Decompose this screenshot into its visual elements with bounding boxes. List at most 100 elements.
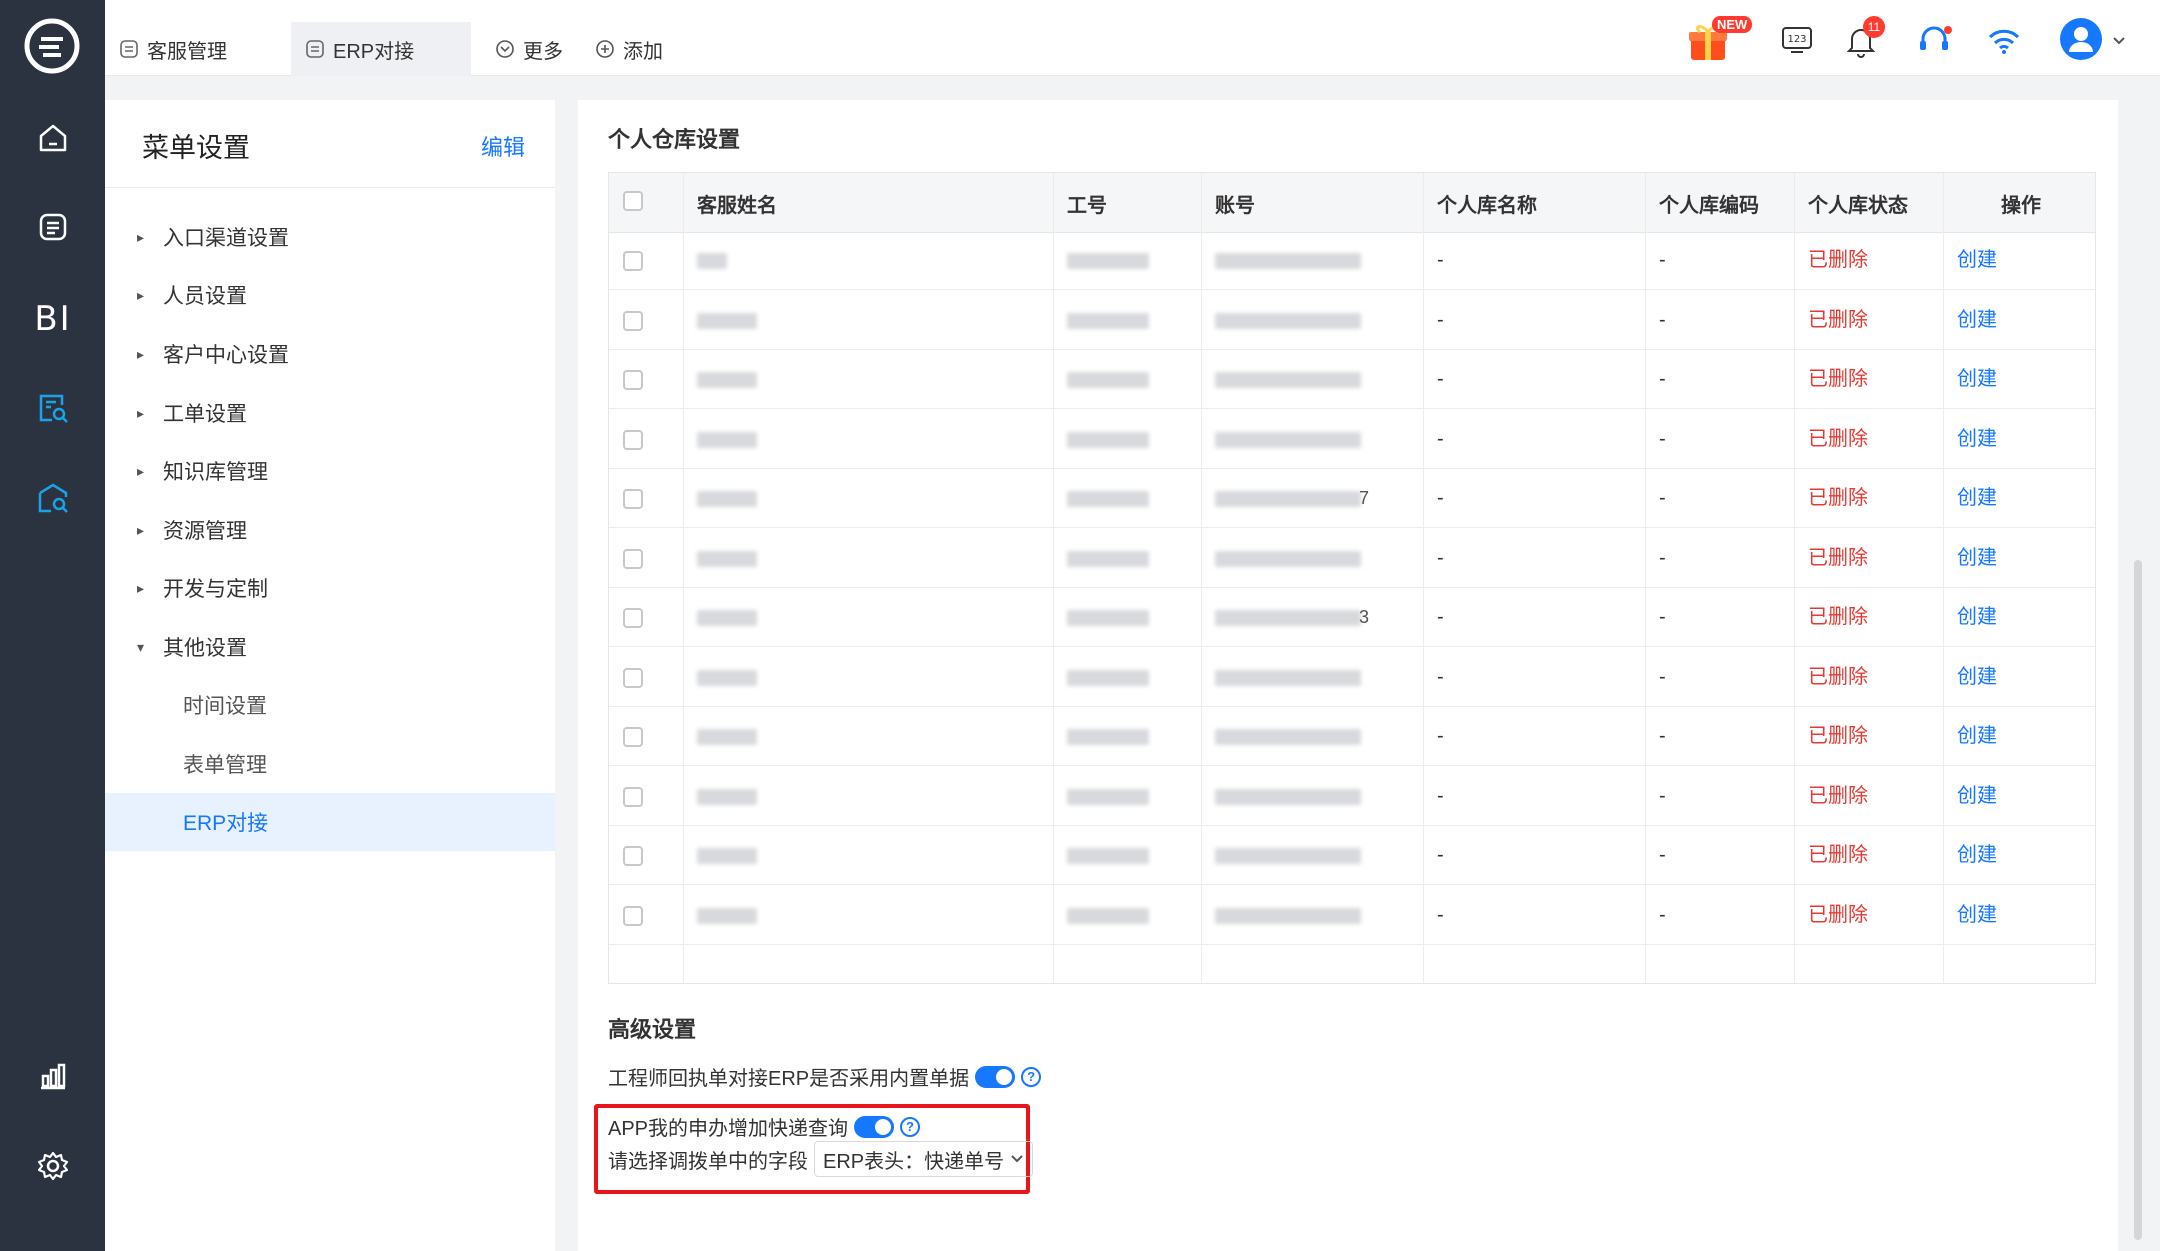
user-menu-button[interactable] [2058, 14, 2128, 64]
tab-label: 客服管理 [147, 40, 227, 63]
blurred-account [1215, 550, 1361, 567]
bell-count-badge: 11 [1863, 16, 1885, 38]
row-checkbox[interactable] [623, 548, 643, 569]
row-checkbox[interactable] [623, 429, 643, 450]
tab-customer-service[interactable]: 客服管理 [105, 22, 288, 76]
menu-subitem-erp[interactable]: ERP对接 [105, 793, 555, 851]
express-query-toggle[interactable] [854, 1115, 895, 1138]
doc-icon [306, 40, 324, 58]
gift-button[interactable]: NEW [1688, 14, 1758, 64]
status-deleted: 已删除 [1808, 487, 1868, 509]
row-checkbox[interactable] [623, 667, 643, 688]
menu-subitem-forms[interactable]: 表单管理 [105, 735, 555, 793]
scrollbar[interactable] [2134, 560, 2142, 1240]
status-deleted: 已删除 [1808, 546, 1868, 569]
blurred-id [1067, 729, 1149, 745]
warehouse-search-icon[interactable] [32, 477, 74, 519]
row-checkbox[interactable] [623, 786, 643, 807]
option-builtin-receipt: 工程师回执单对接ERP是否采用内置单据 ? [608, 1062, 1042, 1091]
blurred-name [697, 550, 757, 567]
menu-item-label: 客户中心设置 [163, 344, 289, 367]
create-link[interactable]: 创建 [1957, 588, 1997, 647]
menu-edit-button[interactable]: 编辑 [481, 130, 525, 162]
menu-item-resources[interactable]: ▸ 资源管理 [105, 501, 555, 559]
col-repo-code: 个人库编码 [1659, 194, 1759, 217]
create-link[interactable]: 创建 [1957, 350, 1997, 409]
builtin-receipt-toggle[interactable] [975, 1065, 1016, 1088]
status-deleted: 已删除 [1808, 368, 1868, 390]
bi-icon[interactable]: BI [32, 298, 74, 340]
create-link[interactable]: 创建 [1957, 648, 1997, 707]
keyboard-button[interactable]: 123 [1781, 14, 1821, 64]
caret-right-icon: ▸ [137, 462, 145, 479]
status-deleted: 已删除 [1808, 725, 1868, 747]
repo-name: - [1437, 725, 1444, 747]
menu-item-ticket[interactable]: ▸ 工单设置 [105, 384, 555, 442]
warehouse-table: 客服姓名 工号 账号 个人库名称 个人库编码 个人库状态 操作 - - 已删除 创建 -… [608, 172, 2096, 984]
blurred-name [697, 848, 757, 864]
repo-name: - [1437, 368, 1444, 390]
create-link[interactable]: 创建 [1957, 767, 1997, 826]
row-checkbox[interactable] [623, 370, 643, 390]
table-row: - - 已删除 创建 [609, 826, 2095, 885]
caret-right-icon: ▸ [137, 228, 145, 245]
option-express-query: APP我的申办增加快递查询 ? [608, 1112, 921, 1141]
col-account: 账号 [1215, 194, 1255, 217]
list-doc-icon[interactable] [32, 206, 74, 248]
create-link[interactable]: 创建 [1957, 826, 1997, 885]
row-checkbox[interactable] [623, 489, 643, 509]
menu-item-knowledge[interactable]: ▸ 知识库管理 [105, 442, 555, 500]
row-checkbox[interactable] [623, 310, 643, 331]
menu-item-other[interactable]: ▾ 其他设置 [105, 618, 555, 676]
repo-name: - [1437, 487, 1444, 509]
repo-name: - [1437, 249, 1444, 271]
menu-panel: 菜单设置 编辑 ▸ 入口渠道设置 ▸ 人员设置 ▸ 客户中心设置 ▸ 工单设置 ▸ 知识库… [105, 100, 555, 1251]
menu-item-staff[interactable]: ▸ 人员设置 [105, 266, 555, 324]
tab-more[interactable]: 更多 [481, 22, 577, 76]
settings-gear-icon[interactable] [32, 1145, 74, 1187]
app-logo-icon[interactable] [23, 17, 81, 75]
tab-add[interactable]: 添加 [581, 22, 677, 76]
create-link[interactable]: 创建 [1957, 886, 1997, 945]
menu-item-entry-channel[interactable]: ▸ 入口渠道设置 [105, 208, 555, 266]
menu-title: 菜单设置 [142, 133, 250, 163]
field-select[interactable]: ERP表头：快递单号 [814, 1141, 1034, 1177]
row-checkbox[interactable] [623, 608, 643, 628]
help-icon[interactable]: ? [1021, 1066, 1042, 1087]
row-checkbox[interactable] [623, 846, 643, 866]
home-icon[interactable] [32, 117, 74, 159]
col-actions: 操作 [2001, 194, 2041, 217]
row-checkbox[interactable] [623, 905, 643, 926]
blurred-account [1215, 312, 1361, 329]
select-all-checkbox[interactable] [623, 191, 643, 211]
row-checkbox[interactable] [623, 251, 643, 271]
menu-subitem-time[interactable]: 时间设置 [105, 676, 555, 734]
create-link[interactable]: 创建 [1957, 469, 1997, 528]
repo-code: - [1659, 487, 1666, 509]
menu-item-label: 人员设置 [163, 285, 247, 308]
menu-item-dev[interactable]: ▸ 开发与定制 [105, 559, 555, 617]
notification-button[interactable]: 11 [1847, 14, 1887, 64]
network-button[interactable] [1987, 14, 2027, 64]
help-icon[interactable]: ? [900, 1116, 921, 1137]
blurred-id [1067, 491, 1149, 507]
create-link[interactable]: 创建 [1957, 231, 1997, 290]
bar-chart-icon[interactable] [32, 1055, 74, 1097]
create-link[interactable]: 创建 [1957, 529, 1997, 588]
create-link[interactable]: 创建 [1957, 707, 1997, 766]
status-deleted: 已删除 [1808, 784, 1868, 807]
create-link[interactable]: 创建 [1957, 291, 1997, 350]
col-repo-status: 个人库状态 [1808, 194, 1908, 217]
create-link[interactable]: 创建 [1957, 410, 1997, 469]
repo-name: - [1437, 308, 1444, 331]
blurred-account [1215, 669, 1361, 686]
repo-code: - [1659, 903, 1666, 926]
menu-item-label: 资源管理 [163, 520, 247, 543]
search-doc-icon[interactable] [32, 387, 74, 429]
keyboard-label: 123 [1787, 34, 1806, 45]
support-button[interactable] [1917, 14, 1957, 64]
tab-erp[interactable]: ERP对接 [291, 22, 471, 76]
menu-item-customer-center[interactable]: ▸ 客户中心设置 [105, 325, 555, 383]
blurred-name [697, 907, 757, 924]
row-checkbox[interactable] [623, 727, 643, 747]
